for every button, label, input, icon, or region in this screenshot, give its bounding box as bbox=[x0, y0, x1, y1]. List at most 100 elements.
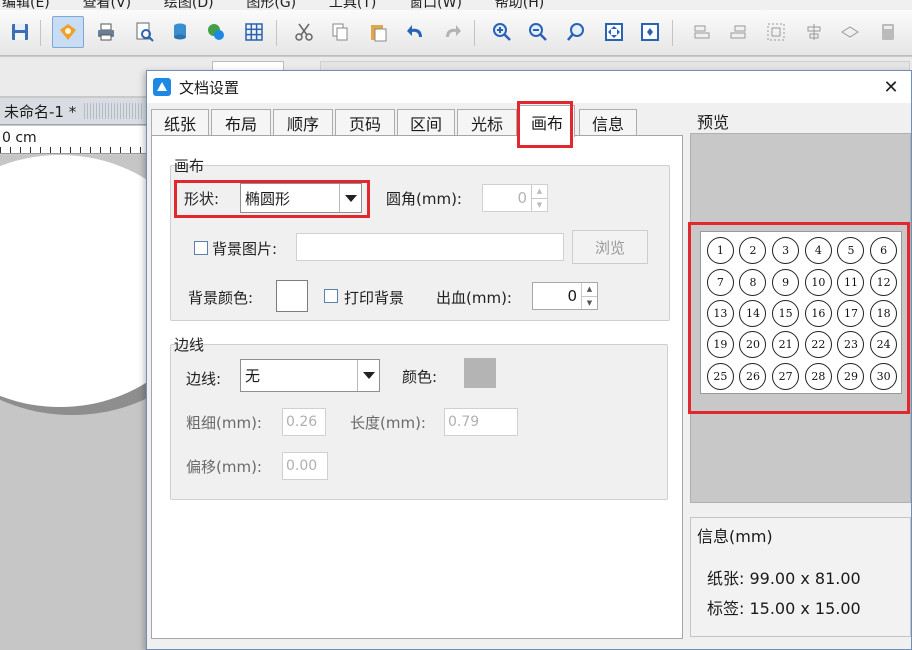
menu-item-draw[interactable]: 绘图(D) bbox=[164, 0, 214, 10]
menu-item-window[interactable]: 窗口(W) bbox=[409, 0, 462, 10]
layer-icon[interactable] bbox=[834, 16, 866, 48]
bleed-value: 0 bbox=[567, 287, 577, 305]
distribute-icon[interactable] bbox=[798, 16, 830, 48]
print-preview-icon[interactable] bbox=[128, 16, 160, 48]
browse-button[interactable]: 浏览 bbox=[572, 230, 648, 264]
border-value: 无 bbox=[245, 367, 261, 385]
preview-label: 5 bbox=[837, 237, 865, 265]
tab-cursor[interactable]: 光标 bbox=[457, 109, 517, 136]
zoom-icon[interactable] bbox=[560, 16, 592, 48]
menu-item-help[interactable]: 帮助(H) bbox=[495, 0, 544, 10]
tab-layout[interactable]: 布局 bbox=[211, 109, 271, 136]
dialog-titlebar[interactable]: 文档设置 ✕ bbox=[147, 71, 911, 103]
redo-icon[interactable] bbox=[436, 16, 468, 48]
preview-label: 17 bbox=[837, 299, 865, 327]
toolbar-separator bbox=[276, 20, 277, 46]
offset-input[interactable]: 0.00 bbox=[282, 452, 328, 480]
preview-label: 3 bbox=[772, 237, 800, 265]
bg-image-input[interactable] bbox=[296, 233, 564, 261]
group-icon[interactable] bbox=[760, 16, 792, 48]
main-toolbar bbox=[0, 10, 912, 56]
border-select[interactable]: 无 bbox=[240, 359, 380, 392]
thickness-input[interactable]: 0.26 bbox=[282, 408, 326, 436]
data-source-icon[interactable] bbox=[200, 16, 232, 48]
save-icon[interactable] bbox=[4, 16, 36, 48]
print-icon[interactable] bbox=[90, 16, 122, 48]
length-input[interactable]: 0.79 bbox=[444, 408, 518, 436]
calculator-icon[interactable] bbox=[872, 16, 904, 48]
fit-window-icon[interactable] bbox=[634, 16, 666, 48]
corner-radius-input[interactable]: 0 ▲ ▼ bbox=[482, 184, 548, 212]
border-color-swatch[interactable] bbox=[464, 358, 496, 388]
menu-bar: 编辑(E) 查看(V) 绘图(D) 图形(G) 工具(T) 窗口(W) 帮助(H… bbox=[0, 0, 912, 10]
preview-label: 7 bbox=[706, 268, 734, 296]
label-shape[interactable] bbox=[0, 155, 148, 407]
preview-label: 25 bbox=[706, 362, 734, 390]
preview-label: 14 bbox=[739, 299, 767, 327]
toolbar-separator bbox=[40, 20, 41, 46]
print-bg-checkbox[interactable] bbox=[324, 289, 338, 303]
document-tab-label: 未命名-1 * bbox=[4, 102, 77, 121]
cut-icon[interactable] bbox=[288, 16, 320, 48]
stepper-down-icon[interactable]: ▼ bbox=[532, 197, 547, 212]
tab-page-number[interactable]: 页码 bbox=[335, 109, 395, 136]
undo-icon[interactable] bbox=[400, 16, 432, 48]
bg-color-swatch[interactable] bbox=[276, 280, 308, 312]
zoom-out-icon[interactable] bbox=[522, 16, 554, 48]
dialog-title: 文档设置 bbox=[179, 78, 240, 97]
preview-label: 21 bbox=[772, 331, 800, 359]
zoom-in-icon[interactable] bbox=[486, 16, 518, 48]
app-logo-icon bbox=[153, 78, 171, 96]
menu-item-view[interactable]: 查看(V) bbox=[83, 0, 132, 10]
stepper-down-icon[interactable]: ▼ bbox=[582, 295, 597, 310]
toolbar-separator bbox=[672, 20, 673, 46]
stepper-up-icon[interactable]: ▲ bbox=[532, 185, 547, 198]
thickness-label: 粗细(mm): bbox=[186, 414, 262, 432]
border-label: 边线: bbox=[186, 370, 222, 388]
stepper-up-icon[interactable]: ▲ bbox=[582, 283, 597, 296]
preview-label: 1 bbox=[706, 237, 734, 265]
bg-image-label: 背景图片: bbox=[212, 240, 278, 258]
menu-item-tools[interactable]: 工具(T) bbox=[329, 0, 376, 10]
bleed-input[interactable]: 0 ▲ ▼ bbox=[532, 282, 598, 310]
corner-radius-stepper[interactable]: ▲ ▼ bbox=[531, 185, 547, 211]
copy-icon[interactable] bbox=[324, 16, 356, 48]
border-color-label: 颜色: bbox=[402, 368, 438, 386]
preview-label: 28 bbox=[804, 362, 832, 390]
design-canvas[interactable] bbox=[0, 155, 148, 650]
grid-icon[interactable] bbox=[238, 16, 270, 48]
preview-label: 26 bbox=[739, 362, 767, 390]
preview-label: 15 bbox=[772, 299, 800, 327]
bleed-stepper[interactable]: ▲ ▼ bbox=[581, 283, 597, 309]
bg-image-checkbox[interactable] bbox=[194, 241, 208, 255]
preview-label: 18 bbox=[870, 299, 898, 327]
menu-item-edit[interactable]: 编辑(E) bbox=[2, 0, 50, 10]
corner-radius-value: 0 bbox=[517, 189, 527, 207]
canvas-group-title: 画布 bbox=[174, 157, 205, 175]
preview-label: 24 bbox=[870, 331, 898, 359]
preview-label: 8 bbox=[739, 268, 767, 296]
bleed-label: 出血(mm): bbox=[436, 289, 512, 307]
document-tab[interactable]: 未命名-1 * bbox=[0, 98, 148, 125]
ruler-ticks bbox=[0, 147, 148, 153]
chevron-down-icon[interactable] bbox=[357, 360, 379, 391]
preview-label: 19 bbox=[706, 331, 734, 359]
preview-label-grid: 1 2 3 4 5 6 7 8 9 10 11 12 13 14 15 16 1… bbox=[704, 235, 900, 392]
tab-paper[interactable]: 纸张 bbox=[151, 109, 209, 136]
menu-item-shape[interactable]: 图形(G) bbox=[246, 0, 296, 10]
database-icon[interactable] bbox=[164, 16, 196, 48]
tab-order[interactable]: 顺序 bbox=[273, 109, 333, 136]
tab-range[interactable]: 区间 bbox=[397, 109, 455, 136]
chevron-down-icon[interactable] bbox=[339, 184, 361, 212]
document-settings-icon[interactable] bbox=[52, 16, 84, 48]
fit-page-icon[interactable] bbox=[598, 16, 630, 48]
close-icon[interactable]: ✕ bbox=[879, 75, 903, 99]
paste-icon[interactable] bbox=[362, 16, 394, 48]
tab-info[interactable]: 信息 bbox=[579, 109, 637, 136]
horizontal-ruler: 0 cm bbox=[0, 126, 148, 154]
shape-select[interactable]: 椭圆形 bbox=[240, 183, 362, 213]
align-right-icon[interactable] bbox=[722, 16, 754, 48]
tab-canvas[interactable]: 画布 bbox=[519, 105, 575, 137]
corner-radius-label: 圆角(mm): bbox=[386, 190, 462, 208]
align-left-icon[interactable] bbox=[686, 16, 718, 48]
